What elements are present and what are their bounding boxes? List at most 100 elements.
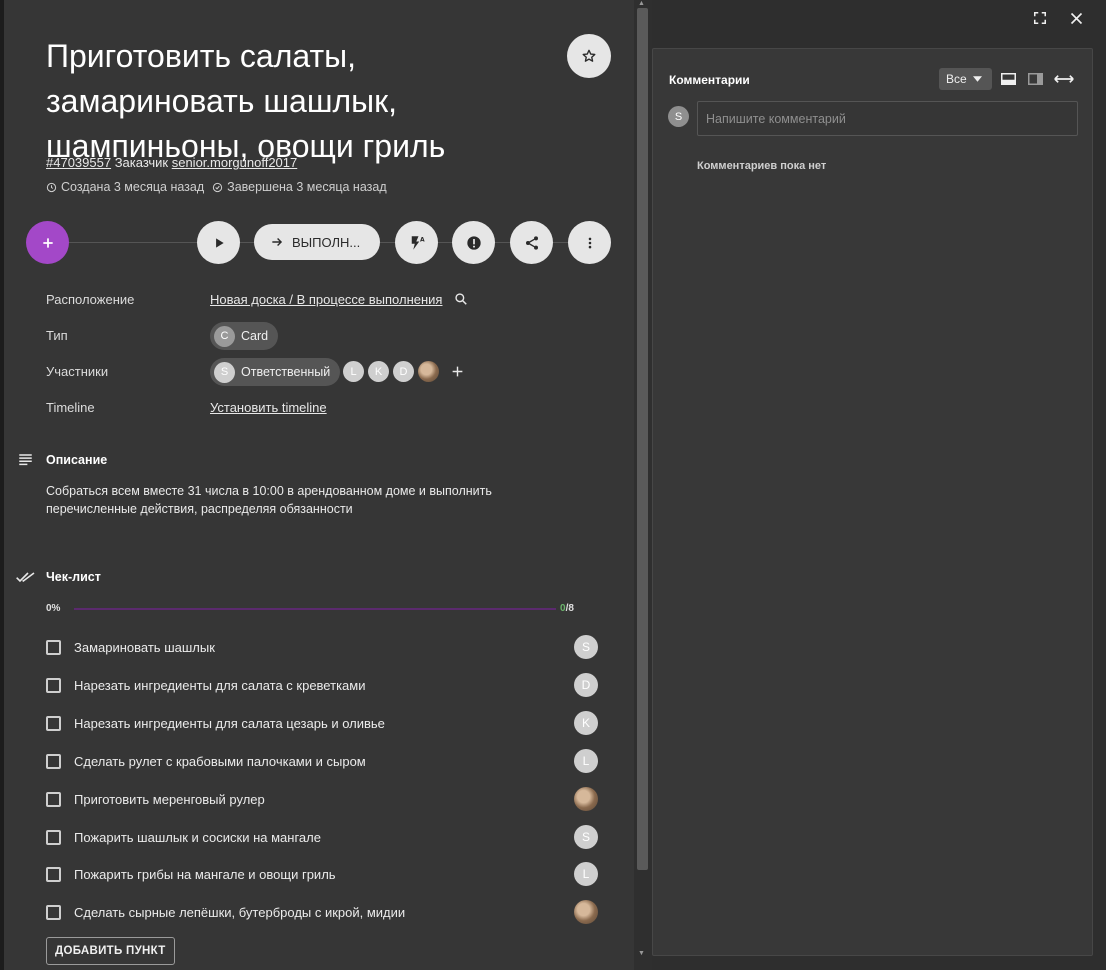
responsible-label: Ответственный [241, 365, 331, 379]
double-check-icon [16, 572, 35, 583]
card-meta: #47039557 Заказчик senior.morgunoff2017 [46, 155, 297, 170]
play-icon [215, 237, 224, 248]
star-icon [582, 49, 596, 62]
assignee-avatar[interactable]: S [574, 825, 598, 849]
checklist-item-label[interactable]: Замариновать шашлык [74, 640, 574, 655]
alert-icon [466, 235, 481, 250]
share-icon [525, 235, 538, 250]
checklist-progress-count: 0/8 [560, 603, 574, 614]
member-avatar[interactable]: K [368, 361, 389, 382]
layout-side-button[interactable] [1026, 71, 1044, 87]
card-id-link[interactable]: #47039557 [46, 155, 111, 170]
comments-filter-value: Все [946, 72, 967, 86]
checklist-item-label[interactable]: Нарезать ингредиенты для салата цезарь и… [74, 716, 574, 731]
layout-bottom-button[interactable] [999, 71, 1017, 87]
assignee-avatar[interactable]: S [574, 635, 598, 659]
checklist-item[interactable]: Замариновать шашлык S [46, 634, 606, 660]
member-photo-avatar[interactable] [418, 361, 439, 382]
arrows-horizontal-icon [1054, 75, 1074, 83]
assignee-photo-avatar[interactable] [574, 787, 598, 811]
location-label: Расположение [46, 292, 135, 307]
checklist-checkbox[interactable] [46, 904, 61, 920]
type-label: Тип [46, 328, 68, 343]
block-button[interactable] [452, 221, 495, 264]
checklist-item-label[interactable]: Пожарить грибы на мангале и овощи гриль [74, 867, 574, 882]
checklist-item-label[interactable]: Сделать сырные лепёшки, бутерброды с икр… [74, 905, 574, 920]
completed-date: Завершена 3 месяца назад [227, 180, 387, 194]
close-icon [1070, 12, 1082, 24]
add-member-icon[interactable] [451, 365, 464, 378]
assignee-avatar[interactable]: L [574, 862, 598, 886]
assignee-avatar[interactable]: D [574, 673, 598, 697]
checklist-checkbox[interactable] [46, 677, 61, 693]
member-avatar[interactable]: L [343, 361, 364, 382]
timeline-link[interactable]: Установить timeline [210, 400, 327, 415]
checklist-checkbox[interactable] [46, 639, 61, 655]
expand-width-button[interactable] [1052, 71, 1076, 87]
checklist-item[interactable]: Сделать сырные лепёшки, бутерброды с икр… [46, 899, 606, 925]
clock-icon [46, 182, 57, 192]
status-button[interactable]: ВЫПОЛН... [254, 224, 380, 260]
checklist-checkbox[interactable] [46, 829, 61, 845]
card-title[interactable]: Приготовить салаты, замариновать шашлык,… [46, 34, 526, 169]
checklist-item[interactable]: Нарезать ингредиенты для салата с кревет… [46, 672, 606, 698]
assignee-avatar[interactable]: L [574, 749, 598, 773]
customer-link[interactable]: senior.morgunoff2017 [172, 155, 298, 170]
scroll-up-icon[interactable]: ▲ [638, 0, 645, 7]
card-window: Приготовить салаты, замариновать шашлык,… [0, 0, 1106, 970]
plus-icon [42, 237, 53, 248]
checklist-item-label[interactable]: Приготовить меренговый рулер [74, 792, 574, 807]
check-circle-icon [213, 182, 223, 192]
checklist-item[interactable]: Нарезать ингредиенты для салата цезарь и… [46, 710, 606, 736]
member-avatar[interactable]: D [393, 361, 414, 382]
current-user-avatar: S [668, 106, 689, 127]
add-checklist-item-button[interactable]: ДОБАВИТЬ ПУНКТ [46, 937, 175, 965]
description-heading: Описание [46, 453, 108, 467]
checklist-heading: Чек-лист [46, 570, 101, 584]
assignee-photo-avatar[interactable] [574, 900, 598, 924]
comments-filter-dropdown[interactable]: Все [939, 68, 992, 90]
checklist-item[interactable]: Приготовить меренговый рулер [46, 786, 606, 812]
checklist-checkbox[interactable] [46, 715, 61, 731]
favorite-button[interactable] [567, 34, 611, 78]
checklist-item-label[interactable]: Пожарить шашлык и сосиски на мангале [74, 830, 574, 845]
play-button[interactable] [197, 221, 240, 264]
share-button[interactable] [510, 221, 553, 264]
description-text[interactable]: Собраться всем вместе 31 числа в 10:00 в… [46, 482, 546, 518]
window-controls [652, 0, 1106, 46]
checklist-item-label[interactable]: Нарезать ингредиенты для салата с кревет… [74, 678, 574, 693]
type-chip[interactable]: C Card [210, 322, 279, 350]
checklist-checkbox[interactable] [46, 866, 61, 882]
responsible-chip[interactable]: S Ответственный [210, 358, 341, 386]
assignee-avatar[interactable]: K [574, 711, 598, 735]
add-button[interactable] [26, 221, 69, 264]
scroll-down-icon[interactable]: ▼ [638, 950, 645, 957]
card-details-pane: Приготовить салаты, замариновать шашлык,… [4, 0, 634, 970]
checklist-item[interactable]: Сделать рулет с крабовыми палочками и сы… [46, 748, 606, 774]
more-button[interactable] [568, 221, 611, 264]
comments-title: Комментарии [669, 73, 750, 87]
checklist-item-label[interactable]: Сделать рулет с крабовыми палочками и сы… [74, 754, 574, 769]
scrollbar-thumb[interactable] [637, 8, 648, 870]
checklist-total-count: /8 [565, 603, 574, 614]
comment-input[interactable] [697, 101, 1078, 136]
automation-button[interactable]: A [395, 221, 438, 264]
timeline-label: Timeline [46, 400, 95, 415]
fullscreen-icon [1033, 11, 1047, 25]
responsible-avatar: S [214, 361, 235, 383]
close-button[interactable] [1065, 7, 1087, 29]
checklist-progress-bar [74, 608, 556, 610]
scrollbar[interactable]: ▲ ▼ [634, 0, 652, 970]
created-date: Создана 3 месяца назад [61, 180, 205, 194]
checklist-checkbox[interactable] [46, 791, 61, 807]
checklist-item[interactable]: Пожарить шашлык и сосиски на мангале S [46, 824, 606, 850]
chevron-down-icon [972, 76, 982, 82]
location-link[interactable]: Новая доска / В процессе выполнения [210, 292, 442, 307]
flash-auto-icon: A [411, 235, 425, 250]
checklist-checkbox[interactable] [46, 753, 61, 769]
more-vertical-icon [588, 237, 591, 248]
description-icon [19, 454, 32, 466]
search-icon[interactable] [454, 292, 468, 306]
fullscreen-button[interactable] [1030, 8, 1050, 28]
checklist-item[interactable]: Пожарить грибы на мангале и овощи гриль L [46, 861, 606, 887]
